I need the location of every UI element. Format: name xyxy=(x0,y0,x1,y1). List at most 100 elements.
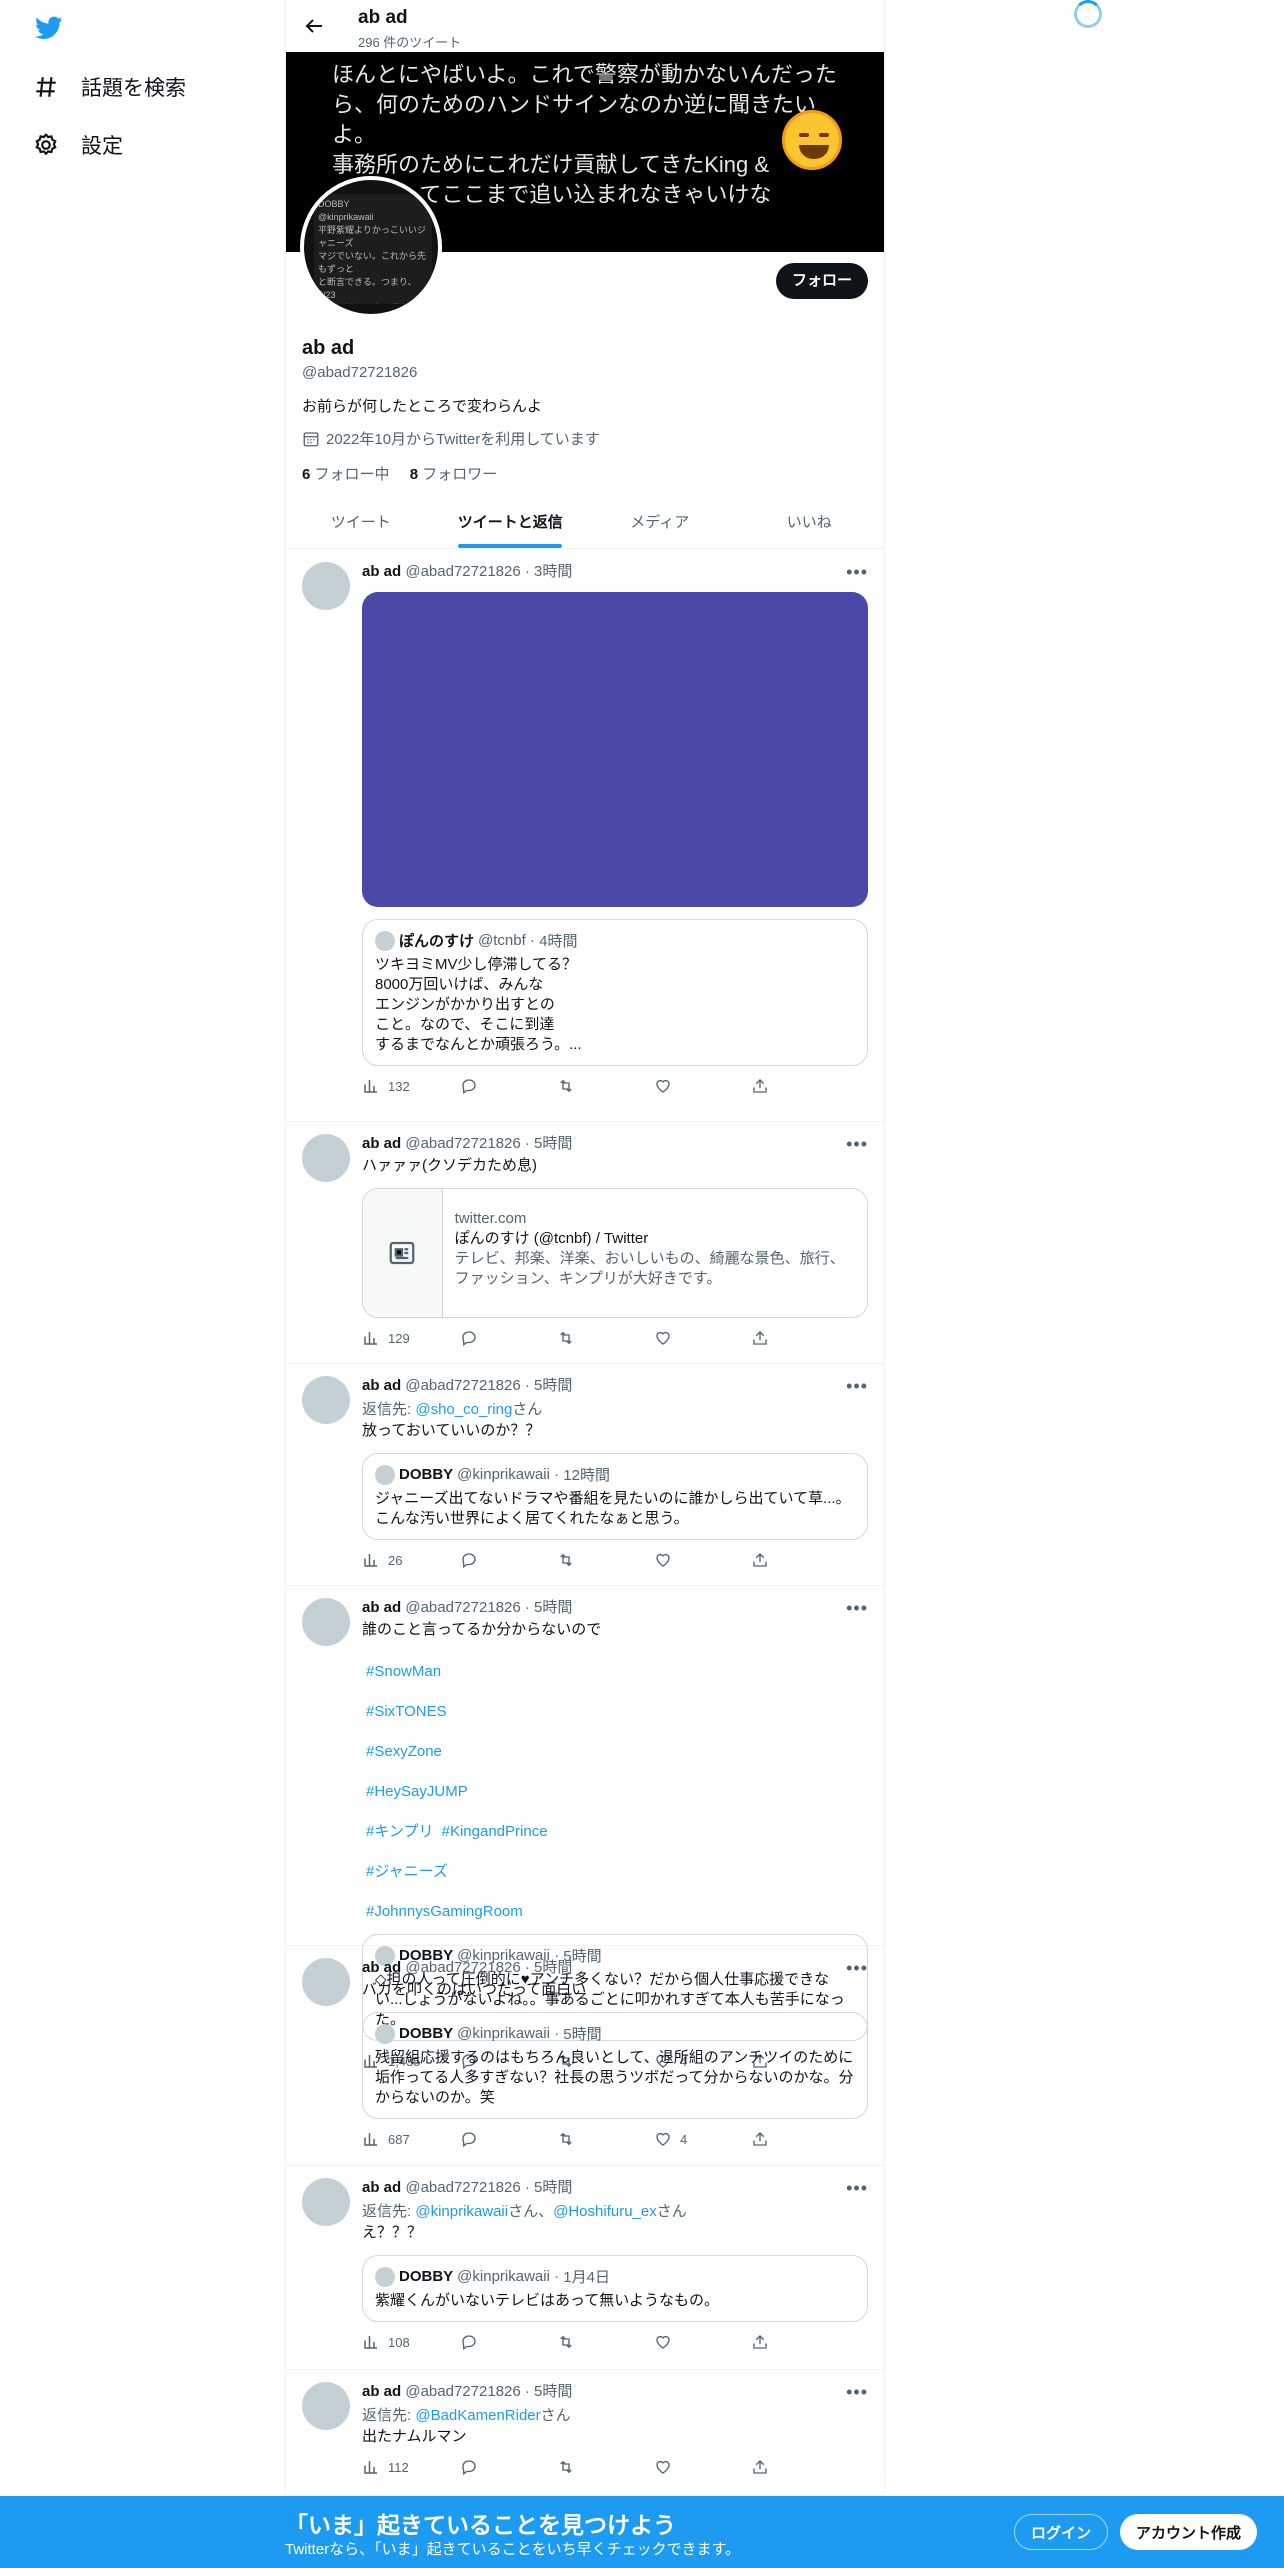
retweet-button[interactable] xyxy=(557,2458,654,2476)
tweet-actions: 132 xyxy=(362,1076,868,1096)
tab-likes[interactable]: いいね xyxy=(735,496,885,548)
views-button[interactable]: 132 xyxy=(362,1077,460,1095)
hashtag-link[interactable]: #HeySayJUMP xyxy=(366,1782,468,1802)
like-button[interactable] xyxy=(654,1077,751,1095)
tweet[interactable]: ab ad @abad72721826 · 5時間 ••• 誰のこと言ってるか分… xyxy=(286,1586,884,2070)
retweet-button[interactable] xyxy=(557,2333,654,2351)
link-card[interactable]: twitter.com ぽんのすけ (@tcnbf) / Twitter テレビ… xyxy=(362,1188,868,1318)
share-button[interactable] xyxy=(751,2458,777,2476)
avatar[interactable] xyxy=(302,2382,350,2430)
main-column: ab ad 296 件のツイート ほんとにやばいよ。これで警察が動かないんだった… xyxy=(285,0,885,2500)
avatar[interactable] xyxy=(302,1134,350,1182)
share-button[interactable] xyxy=(751,1077,777,1095)
more-icon[interactable]: ••• xyxy=(846,1958,868,1978)
more-icon[interactable]: ••• xyxy=(846,562,868,582)
more-icon[interactable]: ••• xyxy=(846,2178,868,2198)
views-button[interactable]: 112 xyxy=(362,2458,460,2476)
like-button[interactable] xyxy=(654,1329,751,1347)
tab-tweets-and-replies[interactable]: ツイートと返信 xyxy=(436,496,586,548)
share-button[interactable] xyxy=(751,2130,777,2148)
hashtag-link[interactable]: #SexyZone xyxy=(366,1742,442,1762)
views-icon xyxy=(364,1332,377,1345)
hashtag-icon xyxy=(36,77,56,97)
like-button[interactable] xyxy=(654,2333,751,2351)
tab-tweets[interactable]: ツイート xyxy=(286,496,436,548)
reply-to-line: 返信先: @sho_co_ringさん xyxy=(362,1401,543,1418)
share-button[interactable] xyxy=(751,2333,777,2351)
hashtag-link[interactable]: #キンプリ xyxy=(366,1822,433,1842)
tweet[interactable]: ab ad @abad72721826 · 3時間 ••• ぽんのすけ @tcnb… xyxy=(286,550,884,1122)
profile-avatar[interactable]: DOBBY @kinprikawaii 平野紫耀よりかっこいいジャニーズ マジで… xyxy=(300,176,442,318)
like-button[interactable]: 4 xyxy=(654,2130,751,2148)
reply-mention-link[interactable]: @sho_co_ring xyxy=(415,1401,512,1418)
tweet-media-image[interactable] xyxy=(362,592,868,907)
hashtag-link[interactable]: #SnowMan xyxy=(366,1662,441,1682)
avatar[interactable] xyxy=(302,2178,350,2226)
avatar xyxy=(375,2023,395,2044)
hashtag-link[interactable]: #KingandPrince xyxy=(442,1822,548,1842)
hashtag-link[interactable]: #JohnnysGamingRoom xyxy=(366,1902,523,1922)
reply-button[interactable] xyxy=(460,2130,557,2148)
views-button[interactable]: 129 xyxy=(362,1329,460,1347)
avatar[interactable] xyxy=(302,562,350,610)
twitter-logo-icon[interactable] xyxy=(33,14,65,42)
signup-button[interactable]: アカウント作成 xyxy=(1120,2514,1258,2550)
like-button[interactable] xyxy=(654,2458,751,2476)
avatar[interactable] xyxy=(302,1958,350,2006)
tweet[interactable]: ab ad @abad72721826 · 5時間 ••• 返信先: @kinp… xyxy=(286,2166,884,2370)
share-button[interactable] xyxy=(751,1551,777,1569)
views-icon xyxy=(364,1554,377,1567)
tweet[interactable]: ab ad @abad72721826 · 5時間 ••• 返信先: @sho_… xyxy=(286,1364,884,1586)
reply-mention-link[interactable]: @Hoshifuru_ex xyxy=(553,2203,657,2220)
retweet-button[interactable] xyxy=(557,1551,654,1569)
reply-button[interactable] xyxy=(460,2333,557,2351)
back-arrow-icon[interactable] xyxy=(302,14,326,38)
views-button[interactable]: 687 xyxy=(362,2130,460,2148)
hashtag-link[interactable]: #SixTONES xyxy=(366,1702,447,1722)
followers-link[interactable]: 8 フォロワー xyxy=(410,466,498,483)
tweet[interactable]: ab ad @abad72721826 · 5時間 ••• ハァァァ(クソデカた… xyxy=(286,1122,884,1364)
reply-button[interactable] xyxy=(460,1551,557,1569)
more-icon[interactable]: ••• xyxy=(846,1376,868,1396)
retweet-button[interactable] xyxy=(557,1077,654,1095)
nav-settings[interactable]: 設定 xyxy=(33,130,123,160)
tweet-text: 放っておいていいのか？？ xyxy=(362,1422,541,1439)
share-button[interactable] xyxy=(751,1329,777,1347)
tab-media[interactable]: メディア xyxy=(585,496,735,548)
reply-mention-link[interactable]: @kinprikawaii xyxy=(415,2203,508,2220)
tweet-text: バカを叩くのはいつだって面白い xyxy=(362,1981,587,1998)
reply-mention-link[interactable]: @BadKamenRider xyxy=(415,2407,540,2424)
share-icon xyxy=(753,2335,767,2349)
more-icon[interactable]: ••• xyxy=(846,1134,868,1154)
views-button[interactable]: 26 xyxy=(362,1551,460,1569)
login-button[interactable]: ログイン xyxy=(1014,2514,1109,2550)
retweet-button[interactable] xyxy=(557,2130,654,2148)
reply-button[interactable] xyxy=(460,2458,557,2476)
reply-button[interactable] xyxy=(460,1329,557,1347)
nav-settings-label: 設定 xyxy=(81,135,123,158)
more-icon[interactable]: ••• xyxy=(846,2382,868,2402)
share-icon xyxy=(753,1079,767,1093)
following-link[interactable]: 6 フォロー中 xyxy=(302,466,390,483)
views-button[interactable]: 108 xyxy=(362,2333,460,2351)
more-icon[interactable]: ••• xyxy=(846,1598,868,1618)
hashtag-link[interactable]: #ジャニーズ xyxy=(366,1862,448,1882)
quote-text: ジャニーズ出てないドラマや番組を見たいのに誰かしら出ていて草...。 こんな汚い… xyxy=(375,1490,851,1527)
heart-icon xyxy=(656,2460,670,2474)
quote-tweet[interactable]: DOBBY @kinprikawaii · 12時間 ジャニーズ出てないドラマや番… xyxy=(362,1453,868,1540)
like-button[interactable] xyxy=(654,1551,751,1569)
profile-tabs: ツイート ツイートと返信 メディア いいね xyxy=(286,496,884,549)
tweet[interactable]: ab ad @abad72721826 · 5時間 ••• バカを叩くのはいつだ… xyxy=(286,1946,884,2166)
tweet[interactable]: ab ad @abad72721826 · 5時間 ••• 返信先: @BadK… xyxy=(286,2370,884,2496)
profile-handle: @abad72721826 xyxy=(302,364,418,381)
nav-explore[interactable]: 話題を検索 xyxy=(33,72,186,102)
quote-tweet[interactable]: DOBBY @kinprikawaii · 1月4日 紫耀くんがいないテレビはあっ… xyxy=(362,2255,868,2322)
quote-tweet[interactable]: ぽんのすけ @tcnbf · 4時間 ツキヨミMV少し停滞してる？ 8000万回い… xyxy=(362,919,868,1066)
follow-button[interactable]: フォロー xyxy=(775,263,868,299)
avatar[interactable] xyxy=(302,1598,350,1646)
avatar[interactable] xyxy=(302,1376,350,1424)
retweet-button[interactable] xyxy=(557,1329,654,1347)
quote-tweet[interactable]: DOBBY @kinprikawaii · 5時間 残留組応援するのはもちろん良い… xyxy=(362,2012,868,2119)
reply-button[interactable] xyxy=(460,1077,557,1095)
tweet-text: え？？？ xyxy=(362,2224,423,2241)
